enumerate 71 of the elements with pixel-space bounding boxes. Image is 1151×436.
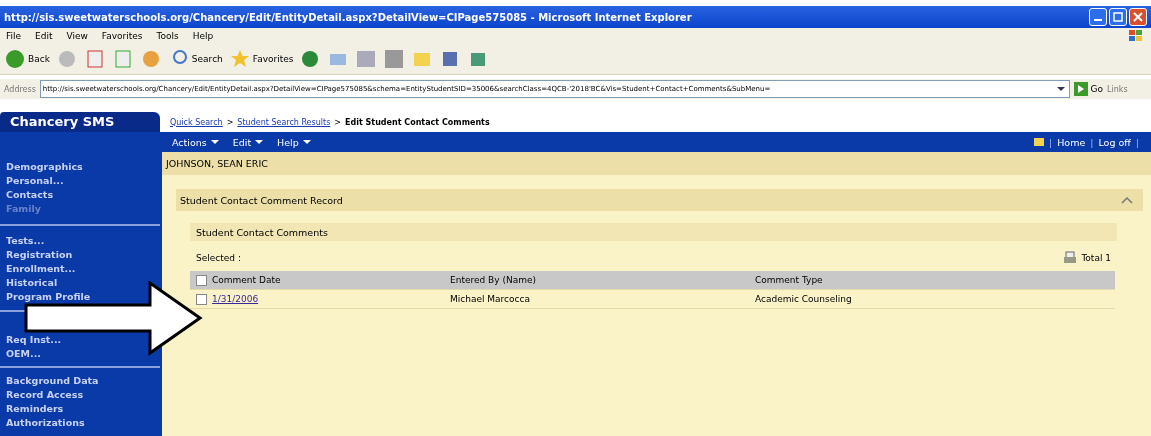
menu-item[interactable]: Edit (35, 31, 53, 41)
menu-item[interactable]: Help (192, 31, 214, 41)
caret-icon (302, 139, 311, 145)
sidebar-item[interactable]: Tests... (6, 234, 45, 248)
address-label: Address (4, 84, 36, 94)
windows-logo-icon (1127, 29, 1145, 43)
toolbar-icon (355, 48, 378, 70)
mail-icon (1033, 138, 1044, 146)
sidebar-item[interactable]: Demographics (6, 160, 83, 174)
menu-item[interactable]: Favorites (101, 31, 143, 41)
favorites-button[interactable]: Favorites (228, 48, 294, 70)
close-icon (1133, 12, 1143, 22)
section-title: Student Contact Comments (196, 226, 328, 238)
maximize-button[interactable] (1109, 8, 1127, 26)
top-link[interactable]: Log off (1098, 136, 1131, 148)
close-button[interactable] (1129, 8, 1147, 26)
link-separator: | (1135, 136, 1139, 148)
sidebar-item[interactable]: Historical (6, 276, 58, 290)
record-title: Student Contact Comment Record (180, 194, 343, 206)
table-cell-text: Michael Marcocca (450, 294, 531, 304)
sidebar-item[interactable]: Reminders (6, 402, 64, 416)
collapse-icon[interactable] (1121, 195, 1133, 205)
printer-icon[interactable] (1063, 251, 1078, 265)
minimize-button[interactable] (1089, 8, 1107, 26)
maximize-icon (1113, 12, 1123, 22)
sidebar-item[interactable]: Authorizations (6, 416, 85, 430)
column-header[interactable]: Comment Date (212, 275, 450, 285)
sidebar-item[interactable]: Enrollment... (6, 262, 76, 276)
sidebar-item[interactable]: Contacts (6, 188, 54, 202)
breadcrumb-separator: > (334, 117, 341, 127)
table-cell-text: Academic Counseling (755, 294, 853, 304)
column-header[interactable]: Entered By (Name) (450, 275, 755, 285)
sidebar-item[interactable]: Record Access (6, 388, 84, 402)
caret-icon (210, 139, 219, 145)
top-link[interactable]: Home (1057, 136, 1086, 148)
sidebar-item[interactable]: Registration (6, 248, 73, 262)
sidebar-item[interactable]: Req Inst... (6, 333, 62, 347)
sidebar-item[interactable]: Personal... (6, 174, 64, 188)
back-button[interactable]: Back (4, 48, 50, 70)
minimize-icon (1094, 19, 1102, 21)
nav-menu[interactable]: Actions (172, 136, 219, 148)
search-button[interactable]: Search (167, 48, 223, 70)
sidebar-item[interactable]: Background Data (6, 374, 99, 388)
breadcrumb-current: Edit Student Contact Comments (345, 117, 490, 127)
nav-menu[interactable]: Edit (232, 136, 264, 148)
selected-label: Selected : (196, 253, 241, 263)
total-count: Total 1 (1081, 253, 1111, 263)
link-separator: | (1090, 136, 1094, 148)
breadcrumb-link[interactable]: Student Search Results (237, 117, 331, 127)
breadcrumb-separator: > (226, 117, 234, 127)
logo: Chancery SMS (0, 112, 160, 132)
date-link[interactable]: 1/31/2006 (212, 294, 450, 304)
checkbox[interactable] (195, 293, 207, 305)
menu-item[interactable]: View (66, 31, 88, 41)
caret-icon (255, 139, 264, 145)
window-title: http://sis.sweetwaterschools.org/Chancery/Edit/EntityDetail.aspx?DetailView=CIPage575085 - Microsoft Internet Explorer (4, 11, 693, 23)
nav-menu[interactable]: Help (277, 136, 311, 148)
breadcrumb-link[interactable]: Quick Search (170, 117, 223, 127)
sidebar-item[interactable]: OEM... (6, 347, 41, 361)
sidebar-item[interactable]: Program Profile (6, 290, 91, 304)
print-button[interactable] (355, 48, 378, 70)
go-button[interactable]: Go (1073, 82, 1103, 96)
toolbar-icon (383, 48, 406, 70)
student-name: JOHNSON, SEAN ERIC (162, 152, 1151, 175)
links-label[interactable]: Links (1107, 84, 1147, 94)
link-separator: | (1048, 136, 1053, 148)
menu-item[interactable]: Tools (156, 31, 179, 41)
menu-item[interactable]: File (6, 31, 22, 41)
checkbox[interactable] (195, 274, 207, 286)
edit-button[interactable] (383, 48, 406, 70)
column-header[interactable]: Comment Type (755, 275, 1115, 285)
